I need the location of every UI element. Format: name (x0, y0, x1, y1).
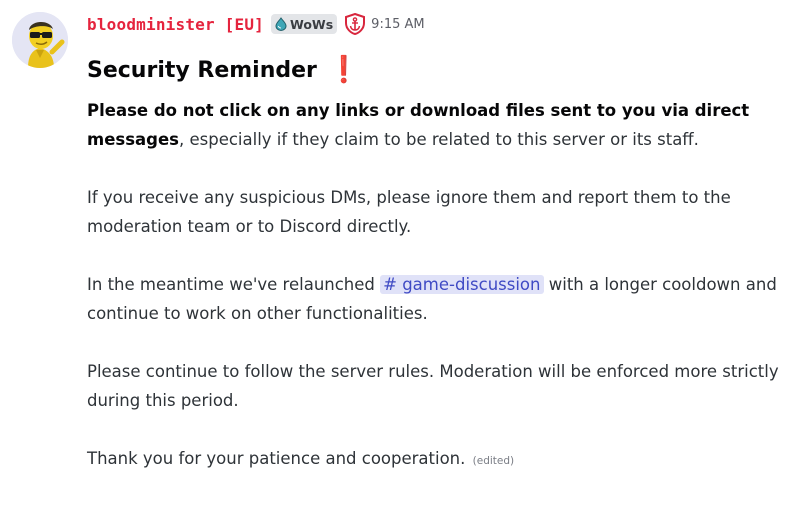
chat-message: bloodminister [EU] WoWs 9:15 AM Security… (0, 0, 800, 510)
message-heading: Security Reminder ❗ (87, 52, 792, 88)
message-header: bloodminister [EU] WoWs 9:15 AM (87, 10, 425, 38)
server-tag[interactable]: WoWs (271, 14, 338, 34)
relaunch-text-before: In the meantime we've relaunched (87, 275, 381, 294)
message-timestamp[interactable]: 9:15 AM (371, 17, 424, 32)
paragraph-relaunch: In the meantime we've relaunched # game-… (87, 270, 792, 328)
drop-icon (275, 17, 287, 31)
shield-anchor-icon[interactable] (344, 13, 366, 35)
thanks-text: Thank you for your patience and cooperat… (87, 449, 466, 468)
server-tag-label: WoWs (290, 16, 334, 32)
paragraph-warning: Please do not click on any links or down… (87, 96, 792, 154)
username[interactable]: bloodminister [EU] (87, 15, 264, 34)
paragraph-thanks: Thank you for your patience and cooperat… (87, 444, 792, 476)
paragraph-rules: Please continue to follow the server rul… (87, 362, 779, 410)
edited-label: (edited) (472, 455, 515, 467)
channel-mention-game-discussion[interactable]: # game-discussion (380, 275, 544, 294)
paragraph-report: If you receive any suspicious DMs, pleas… (87, 188, 731, 236)
message-content: Security Reminder ❗ Please do not click … (87, 52, 792, 476)
user-avatar[interactable] (12, 12, 68, 68)
heading-text: Security Reminder (87, 57, 317, 83)
exclamation-icon: ❗ (327, 54, 361, 85)
warning-text-rest: , especially if they claim to be related… (178, 130, 699, 149)
